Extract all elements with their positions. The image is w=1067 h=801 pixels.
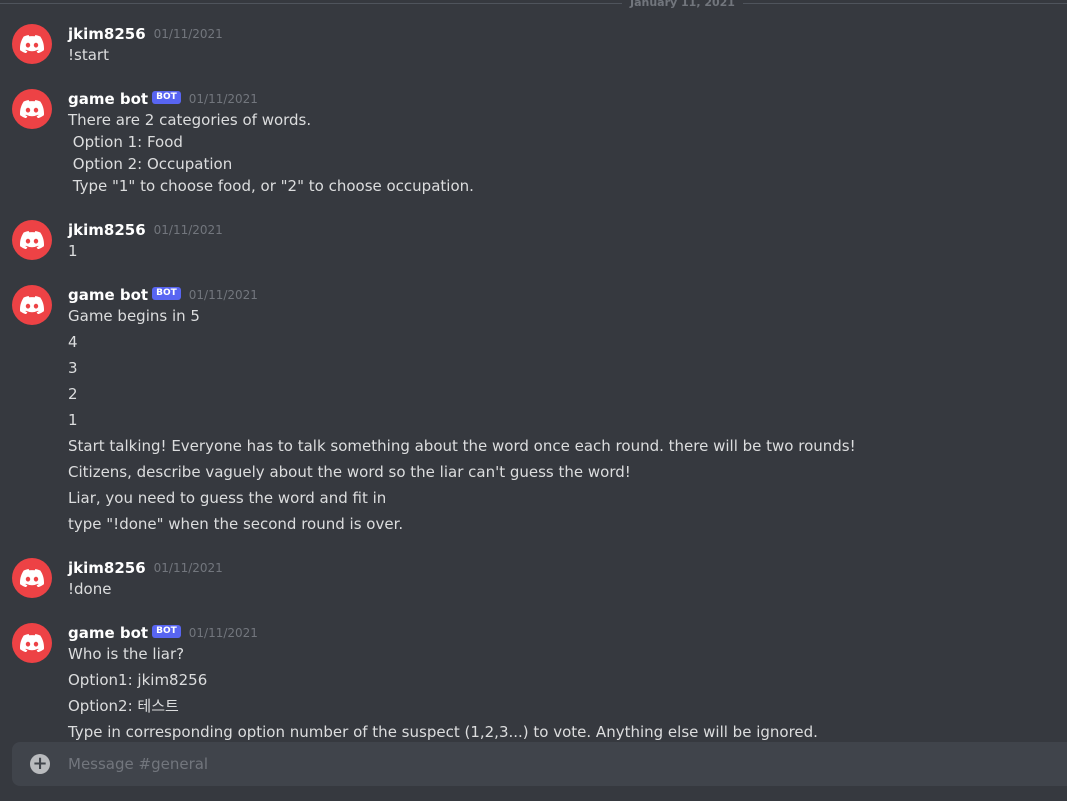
timestamp: 01/11/2021 [153, 27, 223, 41]
username[interactable]: jkim8256 [68, 221, 146, 239]
username[interactable]: jkim8256 [68, 25, 146, 43]
message-text: Who is the liar? [68, 645, 185, 663]
message-text: Liar, you need to guess the word and fit… [68, 489, 387, 507]
message-text: Type "1" to choose food, or "2" to choos… [68, 177, 474, 195]
message-text: Type in corresponding option number of t… [68, 723, 818, 741]
message-header: jkim8256 01/11/2021 [68, 24, 223, 44]
plus-circle-icon[interactable]: + [30, 752, 50, 774]
message-text: 1 [68, 411, 78, 429]
message-text: 4 [68, 333, 78, 351]
bot-tag: BOT [152, 624, 181, 638]
discord-logo-icon [20, 100, 44, 118]
discord-logo-icon [20, 296, 44, 314]
date-divider-label: January 11, 2021 [622, 0, 743, 8]
message-header: game bot BOT 01/11/2021 [68, 285, 258, 305]
avatar[interactable] [12, 558, 52, 598]
timestamp: 01/11/2021 [153, 223, 223, 237]
message-text: Option 1: Food [68, 133, 183, 151]
message-text: Citizens, describe vaguely about the wor… [68, 463, 631, 481]
username[interactable]: jkim8256 [68, 559, 146, 577]
discord-logo-icon [20, 569, 44, 587]
avatar[interactable] [12, 89, 52, 129]
message-text: !done [68, 580, 112, 598]
message-text: 1 [68, 242, 78, 260]
message-text: 3 [68, 359, 78, 377]
message-input[interactable] [68, 742, 1028, 786]
bot-tag: BOT [152, 90, 181, 104]
discord-logo-icon [20, 35, 44, 53]
discord-logo-icon [20, 231, 44, 249]
message-text: Option1: jkim8256 [68, 671, 208, 689]
message-text: 2 [68, 385, 78, 403]
username[interactable]: game bot [68, 90, 148, 108]
chat-area: January 11, 2021 jkim8256 01/11/2021 !st… [0, 0, 1067, 801]
add-attachment-label: + [32, 752, 48, 774]
timestamp: 01/11/2021 [153, 561, 223, 575]
avatar[interactable] [12, 285, 52, 325]
username[interactable]: game bot [68, 624, 148, 642]
message-text: There are 2 categories of words. [68, 111, 312, 129]
message-text: Game begins in 5 [68, 307, 200, 325]
message-text: Option 2: Occupation [68, 155, 233, 173]
message-header: game bot BOT 01/11/2021 [68, 89, 258, 109]
timestamp: 01/11/2021 [188, 92, 258, 106]
message-text: type "!done" when the second round is ov… [68, 515, 404, 533]
bot-tag: BOT [152, 286, 181, 300]
message-composer: + [12, 742, 1067, 786]
message-text: Start talking! Everyone has to talk some… [68, 437, 856, 455]
avatar[interactable] [12, 220, 52, 260]
username[interactable]: game bot [68, 286, 148, 304]
timestamp: 01/11/2021 [188, 626, 258, 640]
discord-logo-icon [20, 634, 44, 652]
timestamp: 01/11/2021 [188, 288, 258, 302]
message-header: jkim8256 01/11/2021 [68, 220, 223, 240]
message-header: jkim8256 01/11/2021 [68, 558, 223, 578]
avatar[interactable] [12, 623, 52, 663]
message-text: Option2: 테스트 [68, 697, 179, 715]
message-header: game bot BOT 01/11/2021 [68, 623, 258, 643]
date-divider: January 11, 2021 [0, 0, 1067, 8]
avatar[interactable] [12, 24, 52, 64]
message-text: !start [68, 46, 109, 64]
